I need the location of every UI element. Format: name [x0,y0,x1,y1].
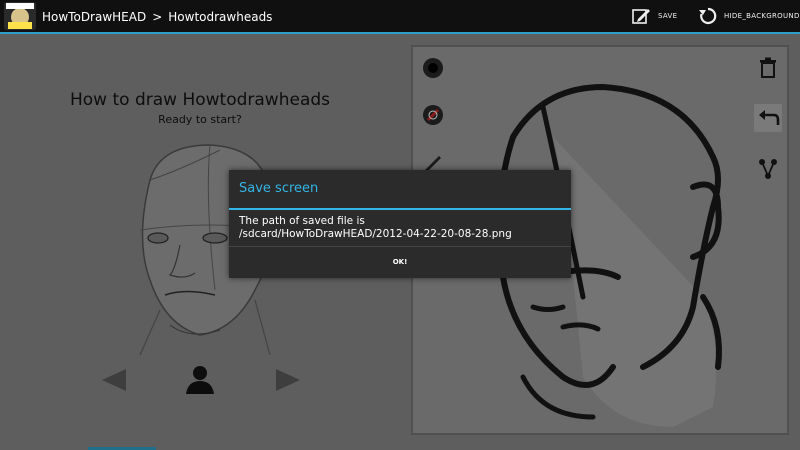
breadcrumb-app[interactable]: HowToDrawHEAD [42,10,146,24]
brush-size-button[interactable] [419,54,447,82]
next-step-button[interactable] [274,368,302,392]
person-button[interactable] [184,364,216,394]
undo-icon [759,110,780,125]
breadcrumb-separator: > [152,10,163,24]
save-edit-icon [632,9,650,24]
triangle-right-icon [276,369,300,391]
share-button[interactable] [754,155,782,183]
triangle-left-icon [102,369,126,391]
save-button[interactable]: SAVE [632,6,677,26]
breadcrumb-current: Howtodrawheads [168,10,273,24]
action-bar: HowToDrawHEAD > Howtodrawheads SAVE HIDE_B… [0,0,800,34]
person-icon [186,366,214,394]
refresh-icon [699,7,717,25]
undo-button[interactable] [754,104,782,132]
save-label: SAVE [658,12,678,20]
save-screen-dialog: Save screen The path of saved file is /s… [229,170,571,278]
previous-step-button[interactable] [100,368,128,392]
color-picker-icon [423,105,443,125]
delete-button[interactable] [754,54,782,82]
hide-background-button[interactable]: HIDE_BACKGROUND [698,6,800,26]
hide-background-label: HIDE_BACKGROUND [724,12,800,20]
dialog-title: Save screen [239,181,319,196]
guide-title: How to draw Howtodrawheads [69,90,331,110]
share-icon [759,159,777,179]
color-picker-button[interactable] [419,101,447,129]
ok-button[interactable]: OK! [229,247,571,278]
dialog-message-line1: The path of saved file is [239,215,365,227]
guide-subtitle: Ready to start? [158,113,242,126]
breadcrumb: HowToDrawHEAD > Howtodrawheads [42,8,272,26]
dialog-message-path: /sdcard/HowToDrawHEAD/2012-04-22-20-08-2… [239,228,512,240]
app-logo[interactable] [4,2,36,30]
dialog-title-divider [229,208,571,210]
brush-size-icon [423,58,443,78]
dialog-message: The path of saved file is /sdcard/HowToD… [239,215,564,241]
trash-icon [760,57,776,78]
